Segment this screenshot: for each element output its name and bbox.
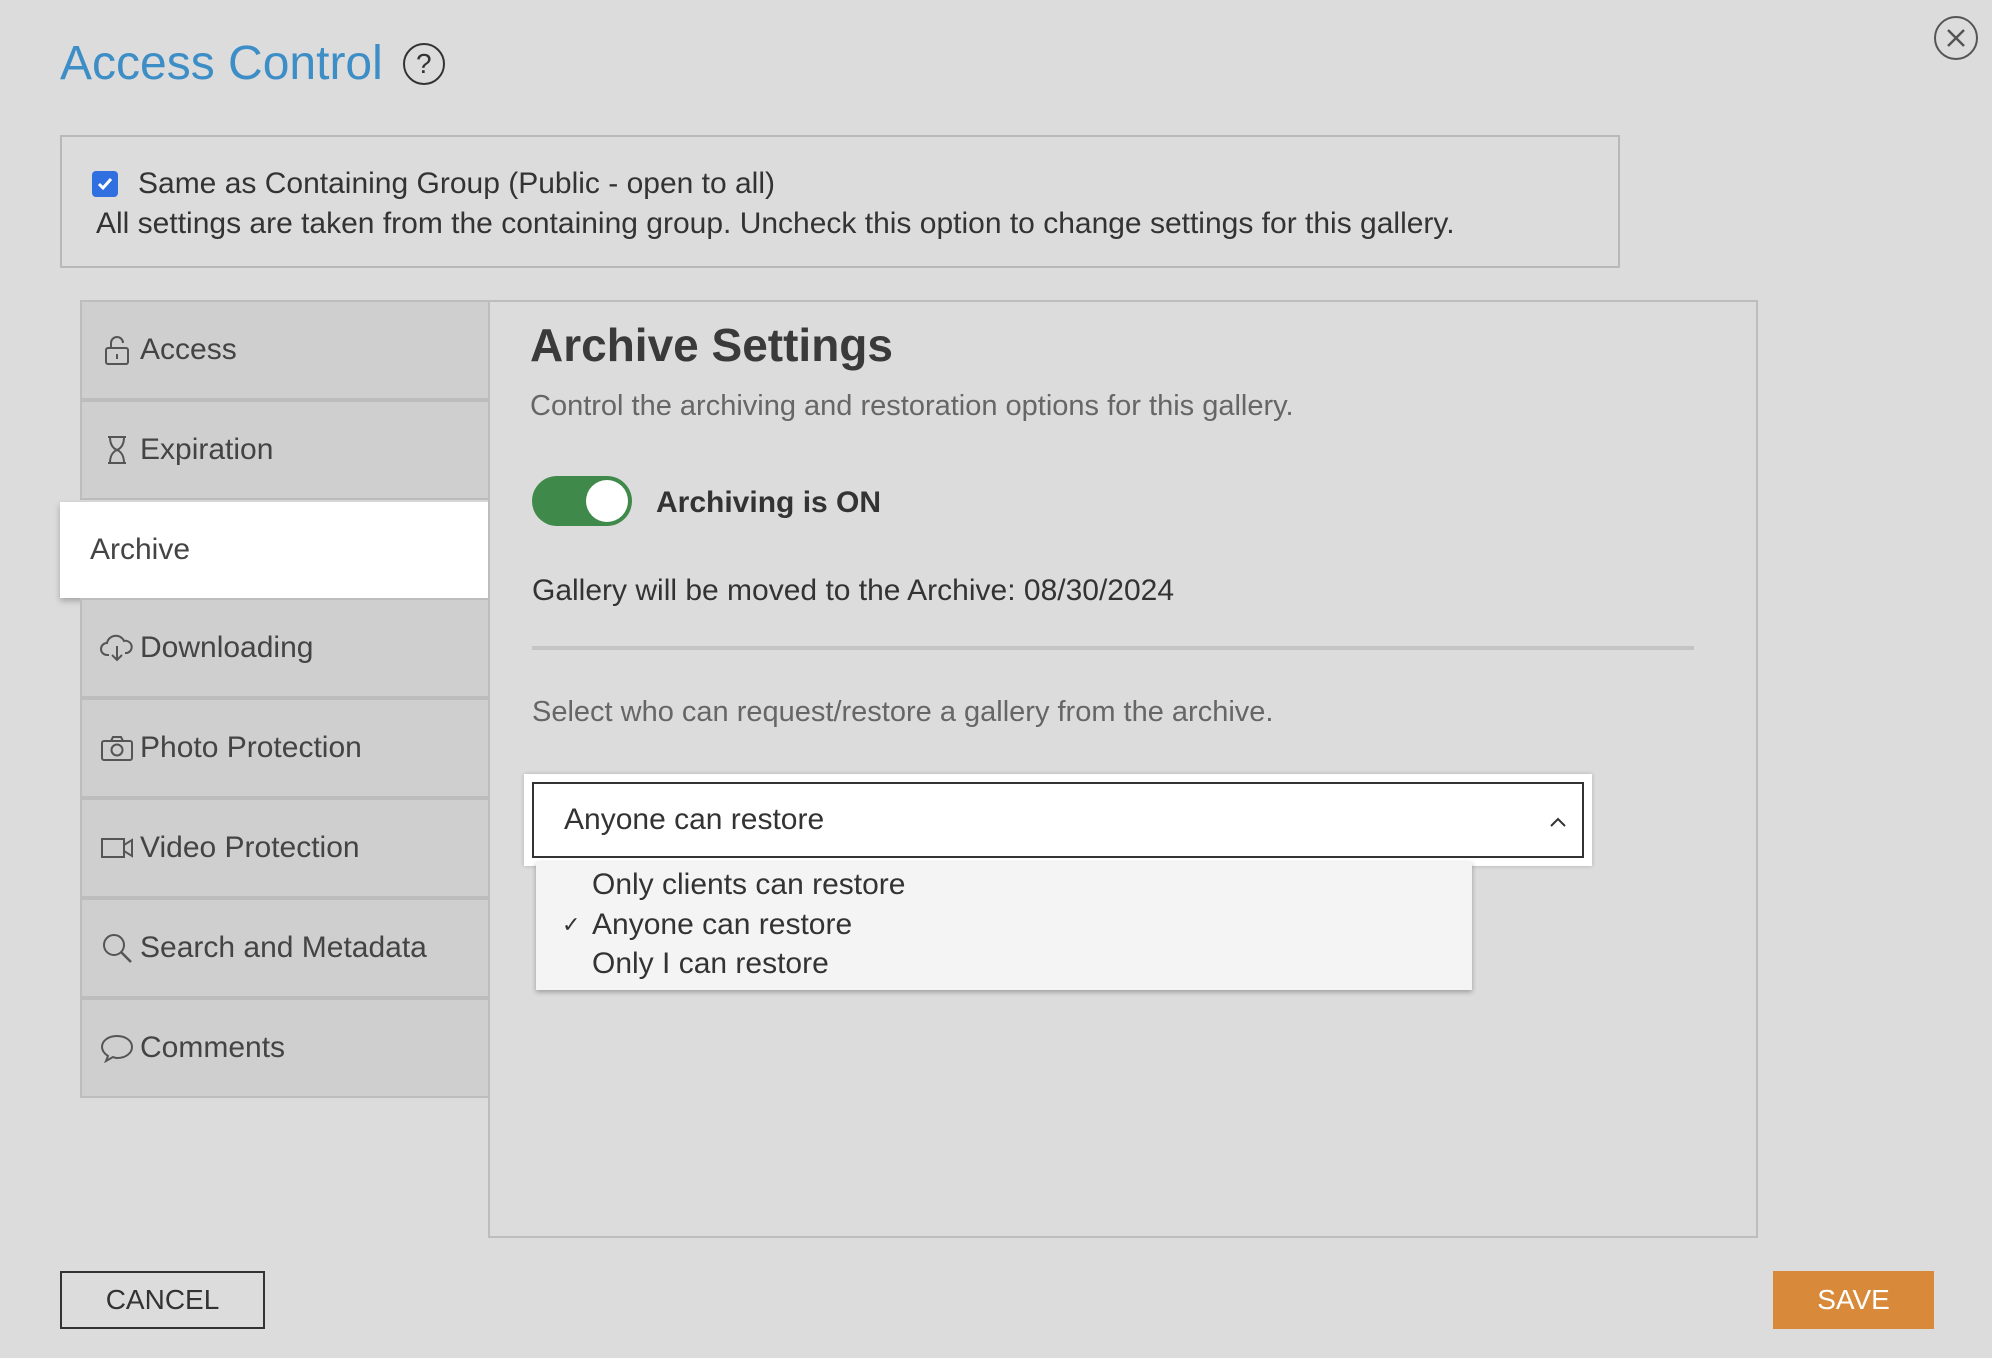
select-value: Anyone can restore bbox=[564, 803, 825, 836]
option-label: Anyone can restore bbox=[592, 908, 853, 941]
restore-options-dropdown: Only clients can restore ✓ Anyone can re… bbox=[536, 862, 1472, 990]
sidebar-item-label: Search and Metadata bbox=[140, 931, 427, 964]
panel-title: Archive Settings bbox=[530, 319, 893, 371]
inherit-description: All settings are taken from the containi… bbox=[96, 207, 1455, 240]
sidebar-item-access[interactable]: Access bbox=[80, 300, 490, 400]
sidebar-item-label: Photo Protection bbox=[140, 731, 362, 764]
archive-date-text: Gallery will be moved to the Archive: 08… bbox=[532, 574, 1175, 607]
comment-icon bbox=[100, 1031, 134, 1065]
search-icon bbox=[100, 931, 134, 965]
close-button[interactable] bbox=[1934, 16, 1978, 60]
cancel-button[interactable]: CANCEL bbox=[60, 1271, 265, 1329]
sidebar-item-comments[interactable]: Comments bbox=[80, 998, 490, 1098]
sidebar-item-label: Video Protection bbox=[140, 831, 360, 864]
option-only-clients[interactable]: Only clients can restore bbox=[536, 866, 1472, 904]
sidebar-item-label: Downloading bbox=[140, 631, 314, 664]
archive-settings-panel: Archive Settings Control the archiving a… bbox=[488, 300, 1758, 1238]
close-icon bbox=[1947, 29, 1965, 47]
sidebar-item-video-protection[interactable]: Video Protection bbox=[80, 798, 490, 898]
video-camera-icon bbox=[100, 831, 134, 865]
divider bbox=[532, 646, 1694, 650]
sidebar-item-label: Expiration bbox=[140, 433, 274, 466]
chevron-up-icon bbox=[1550, 817, 1566, 827]
sidebar-item-label: Comments bbox=[140, 1031, 286, 1064]
save-button[interactable]: SAVE bbox=[1773, 1271, 1934, 1329]
cloud-download-icon bbox=[100, 631, 134, 665]
inherit-settings-box: Same as Containing Group (Public - open … bbox=[60, 135, 1620, 268]
option-anyone[interactable]: ✓ Anyone can restore bbox=[536, 906, 1472, 944]
check-icon: ✓ bbox=[562, 912, 581, 937]
restore-select-wrapper: Anyone can restore bbox=[524, 774, 1592, 866]
same-as-group-checkbox[interactable] bbox=[92, 171, 118, 197]
dialog-header: Access Control ? bbox=[60, 36, 445, 91]
sidebar-item-expiration[interactable]: Expiration bbox=[80, 400, 490, 500]
archiving-status-label: Archiving is ON bbox=[656, 486, 882, 519]
option-only-me[interactable]: Only I can restore bbox=[536, 945, 1472, 983]
sidebar-item-photo-protection[interactable]: Photo Protection bbox=[80, 698, 490, 798]
help-glyph: ? bbox=[415, 47, 432, 79]
sidebar-item-label: Access bbox=[140, 333, 237, 366]
lock-icon bbox=[100, 333, 134, 367]
option-label: Only clients can restore bbox=[592, 868, 906, 901]
sidebar-item-search-metadata[interactable]: Search and Metadata bbox=[80, 898, 490, 998]
toggle-knob bbox=[586, 480, 628, 522]
checkmark-icon bbox=[97, 178, 113, 191]
sidebar-item-archive[interactable]: Archive bbox=[60, 502, 490, 598]
dialog-title: Access Control bbox=[60, 37, 383, 90]
sidebar-item-downloading[interactable]: Downloading bbox=[80, 598, 490, 698]
option-label: Only I can restore bbox=[592, 947, 829, 980]
same-as-group-label[interactable]: Same as Containing Group (Public - open … bbox=[138, 167, 775, 201]
panel-subtitle: Control the archiving and restoration op… bbox=[530, 390, 1294, 422]
help-icon[interactable]: ? bbox=[402, 42, 445, 85]
camera-icon bbox=[100, 731, 134, 765]
restore-permission-select[interactable]: Anyone can restore bbox=[532, 782, 1584, 858]
hourglass-icon bbox=[100, 433, 134, 467]
sidebar-item-label: Archive bbox=[90, 533, 191, 566]
restore-permission-prompt: Select who can request/restore a gallery… bbox=[532, 696, 1274, 728]
archiving-toggle[interactable] bbox=[532, 476, 632, 526]
